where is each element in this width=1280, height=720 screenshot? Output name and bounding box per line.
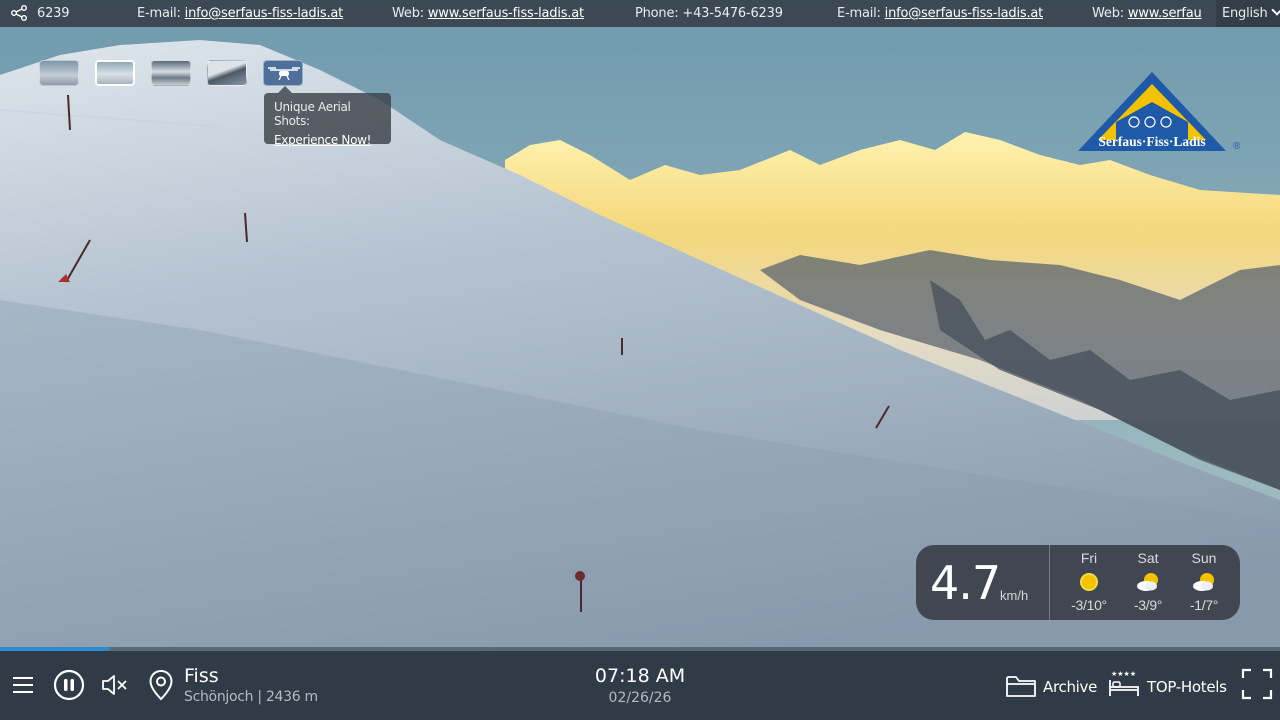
cam-thumbnail-4[interactable] [207, 60, 247, 86]
location-name[interactable]: Fiss [184, 665, 219, 687]
sun-cloud-icon [1135, 571, 1161, 593]
forecast-day: Sun -1/7° [1176, 550, 1232, 613]
top-ticker: 6239 E-mail: info@serfaus-fiss-ladis.at … [0, 0, 1280, 27]
svg-text:★★★★: ★★★★ [1111, 670, 1136, 678]
top-hotels-button[interactable]: TOP-Hotels [1147, 678, 1227, 696]
forecast-day-name: Sun [1191, 550, 1217, 566]
weather-widget[interactable]: 4.7 km/h Fri -3/10° Sat -3/9° Sun -1/7° [916, 545, 1240, 620]
tooltip-link[interactable]: Experience Now! [274, 133, 381, 147]
email-link-2[interactable]: info@serfaus-fiss-ladis.at [885, 6, 1044, 21]
share-icon[interactable] [10, 5, 28, 21]
serfaus-fiss-ladis-logo[interactable]: Serfaus·Fiss·Ladis ® [1076, 70, 1240, 154]
ticker-item-web-2: Web: www.serfau [1092, 6, 1202, 21]
mute-icon[interactable] [101, 673, 129, 697]
hotel-bed-icon[interactable]: ★★★★ [1107, 668, 1141, 700]
cam-thumbnail-2[interactable] [95, 60, 135, 86]
chevron-down-icon [1270, 4, 1280, 16]
drone-thumbnail[interactable] [263, 60, 303, 86]
web-link-2[interactable]: www.serfau [1128, 6, 1202, 21]
weather-divider [1049, 545, 1050, 620]
web-link[interactable]: www.serfaus-fiss-ladis.at [428, 6, 584, 21]
location-subtitle: Schönjoch | 2436 m [184, 689, 318, 705]
wind-unit: km/h [1000, 588, 1029, 603]
tooltip-title: Unique Aerial Shots: [274, 100, 351, 128]
menu-icon[interactable] [12, 675, 34, 695]
cam-thumbnail-1[interactable] [39, 60, 79, 86]
forecast-temps: -3/9° [1133, 597, 1163, 613]
bottom-bar: Fiss Schönjoch | 2436 m 07:18 AM 02/26/2… [0, 651, 1280, 720]
registered-mark: ® [1233, 141, 1240, 152]
capture-date: 02/26/26 [608, 690, 672, 706]
forecast-temps: -1/7° [1189, 597, 1219, 613]
sun-cloud-icon [1191, 571, 1217, 593]
ticker-item-email-2: E-mail: info@serfaus-fiss-ladis.at [837, 6, 1044, 21]
language-label: English [1222, 6, 1268, 21]
pause-icon[interactable] [53, 669, 85, 701]
share-count: 6239 [37, 6, 70, 21]
fullscreen-icon[interactable] [1241, 668, 1273, 700]
cam-thumbnail-3[interactable] [151, 60, 191, 86]
ticker-item-web: Web: www.serfaus-fiss-ladis.at [392, 6, 584, 21]
forecast-day-name: Sat [1137, 550, 1159, 566]
location-pin-icon [149, 669, 173, 701]
capture-time: 07:18 AM [594, 665, 686, 687]
forecast-day-name: Fri [1080, 550, 1098, 566]
archive-button[interactable]: Archive [1043, 678, 1097, 696]
forecast-day: Sat -3/9° [1120, 550, 1176, 613]
drone-icon [268, 67, 300, 81]
wind-speed: 4.7 [930, 556, 1001, 610]
folder-icon[interactable] [1005, 673, 1037, 699]
ticker-item-email: E-mail: info@serfaus-fiss-ladis.at [137, 6, 344, 21]
language-selector[interactable]: English [1216, 0, 1280, 27]
email-link[interactable]: info@serfaus-fiss-ladis.at [185, 6, 344, 21]
sun-icon [1076, 571, 1102, 593]
forecast-day: Fri -3/10° [1061, 550, 1117, 613]
forecast-temps: -3/10° [1071, 597, 1107, 613]
ticker-item-phone: Phone: +43-5476-6239 [635, 6, 783, 21]
logo-text: Serfaus·Fiss·Ladis [1098, 134, 1205, 149]
aerial-tooltip: Unique Aerial Shots: Experience Now! [264, 86, 391, 147]
